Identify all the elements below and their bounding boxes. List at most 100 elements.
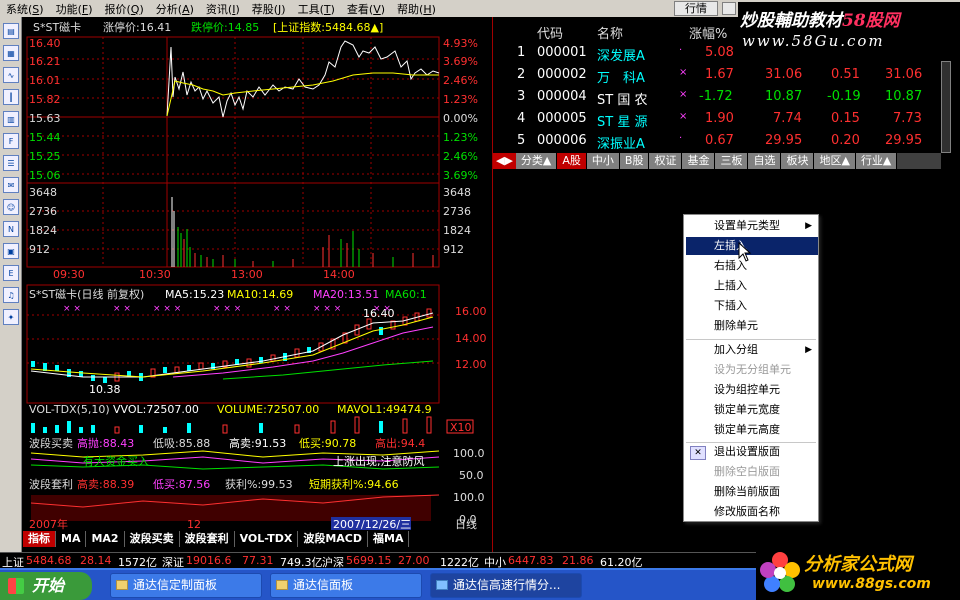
menu-quote[interactable]: 报价(Q) xyxy=(99,1,150,17)
chart-area[interactable]: S*ST磁卡 涨停价:16.41 跌停价:14.85 [上证指数:5484.68… xyxy=(23,17,491,547)
quote-button[interactable]: 行情 xyxy=(674,1,718,16)
folder-icon xyxy=(276,580,288,590)
table-row[interactable]: 2 000002 万 科A × 1.67 31.06 0.51 31.06 xyxy=(493,65,960,86)
menu-separator xyxy=(686,339,816,340)
time-tick: 10:30 xyxy=(139,268,171,281)
menu-recommend[interactable]: 荐股(J) xyxy=(246,1,292,17)
task-label: 通达信定制面板 xyxy=(133,578,218,592)
col-pct-header[interactable]: 涨幅% xyxy=(689,23,727,42)
tab-indicator[interactable]: 指标 xyxy=(23,531,56,547)
indicator-tabs: 指标 MA MA2 波段买卖 波段套利 VOL-TDX 波段MACD 福MA xyxy=(23,531,491,547)
calendar-icon[interactable]: ▣ xyxy=(3,243,19,259)
tab-wave-macd[interactable]: 波段MACD xyxy=(298,531,369,547)
vol-tick: 1824 xyxy=(29,224,57,237)
tab-b-share[interactable]: B股 xyxy=(619,153,650,169)
menu-system[interactable]: 系统(S) xyxy=(0,1,50,17)
sound-icon[interactable]: ♫ xyxy=(3,287,19,303)
kline-header: S*ST磁卡(日线 前复权) xyxy=(29,287,144,301)
vol-tick: 912 xyxy=(29,243,50,256)
report-icon[interactable]: ▥ xyxy=(3,111,19,127)
list-icon[interactable]: ☰ xyxy=(3,155,19,171)
mail-icon[interactable]: ✉ xyxy=(3,177,19,193)
stock-price: 29.95 xyxy=(765,133,803,148)
menu-info[interactable]: 资讯(I) xyxy=(200,1,246,17)
limit-up-label: 涨停价:16.41 xyxy=(103,20,171,34)
tab-regions[interactable]: 地区▲ xyxy=(814,153,856,169)
mark-icon: · xyxy=(679,45,683,56)
ma20-label: MA20:13.51 xyxy=(313,288,379,301)
menu-insert-below[interactable]: 下插入 xyxy=(714,297,747,315)
etf-icon[interactable]: E xyxy=(3,265,19,281)
tab-warrants[interactable]: 权证 xyxy=(649,153,683,169)
tab-scroll-arrows[interactable]: ◀▶ xyxy=(493,153,516,169)
tab-category[interactable]: 分类▲ xyxy=(515,153,558,169)
stock-code: 000005 xyxy=(537,111,587,126)
restore-window-button[interactable] xyxy=(722,2,736,15)
menu-delete-current-layout[interactable]: 删除当前版面 xyxy=(714,483,780,501)
col-name-header[interactable]: 名称 xyxy=(597,23,623,42)
tab-favorites[interactable]: 自选 xyxy=(748,153,782,169)
stock-code: 000006 xyxy=(537,133,587,148)
tab-sectors[interactable]: 板块 xyxy=(781,153,815,169)
menu-help[interactable]: 帮助(H) xyxy=(391,1,442,17)
menu-set-unit-type[interactable]: 设置单元类型 xyxy=(714,217,780,235)
tab-wave-arb[interactable]: 波段套利 xyxy=(180,531,235,547)
menu-insert-above[interactable]: 上插入 xyxy=(714,277,747,295)
kline-icon[interactable]: ┃ xyxy=(3,89,19,105)
row-index: 3 xyxy=(517,89,526,104)
stock-price: 7.74 xyxy=(773,111,802,126)
menu-set-group-control[interactable]: 设为组控单元 xyxy=(714,381,780,399)
tab-vol-tdx[interactable]: VOL-TDX xyxy=(235,531,299,547)
tab-funds[interactable]: 基金 xyxy=(682,153,716,169)
menu-add-group[interactable]: 加入分组 xyxy=(714,341,758,359)
users-icon[interactable]: ☺ xyxy=(3,199,19,215)
tab-a-share[interactable]: A股 xyxy=(557,153,587,169)
settings-icon[interactable]: ✦ xyxy=(3,309,19,325)
stock-name: 深发展A xyxy=(597,49,645,64)
menu-exit-layout[interactable]: 退出设置版面 xyxy=(714,443,780,461)
svg-text:× × ×: × × × xyxy=(313,304,341,314)
menu-analysis[interactable]: 分析(A) xyxy=(150,1,200,17)
tab-ma[interactable]: MA xyxy=(56,531,87,547)
wave1-note-buy: 有大资金买入 xyxy=(83,454,149,468)
menu-function[interactable]: 功能(F) xyxy=(50,1,99,17)
grid-icon[interactable]: ▦ xyxy=(3,45,19,61)
tab-sme[interactable]: 中小 xyxy=(586,153,620,169)
left-toolbar: ▤ ▦ ∿ ┃ ▥ F ☰ ✉ ☺ N ▣ E ♫ ✦ xyxy=(0,17,22,552)
col-code-header[interactable]: 代码 xyxy=(537,23,563,42)
svg-text:× × ×: × × × xyxy=(213,304,241,314)
tab-ma2[interactable]: MA2 xyxy=(86,531,125,547)
line-chart-icon[interactable]: ∿ xyxy=(3,67,19,83)
stock-name: 深振业A xyxy=(597,137,645,152)
table-row[interactable]: 3 000004 ST 国 农 × -1.72 10.87 -0.19 10.8… xyxy=(493,87,960,108)
row-index: 4 xyxy=(517,111,526,126)
mouse-cursor-icon xyxy=(738,242,752,262)
menu-delete-unit[interactable]: 删除单元 xyxy=(714,317,758,335)
stock-price: 31.06 xyxy=(765,67,803,82)
wave1-v1: 高抛:88.43 xyxy=(77,436,134,450)
tab-third-board[interactable]: 三板 xyxy=(715,153,749,169)
watermark-site-name: 分析家公式网 xyxy=(804,554,912,575)
menu-lock-width[interactable]: 锁定单元宽度 xyxy=(714,401,780,419)
menu-rename-layout[interactable]: 修改版面名称 xyxy=(714,503,780,521)
stock-change: 0.51 xyxy=(831,67,860,82)
mark-icon: · xyxy=(679,133,683,144)
tab-fu-ma[interactable]: 福MA xyxy=(368,531,410,547)
menu-lock-height[interactable]: 锁定单元高度 xyxy=(714,421,780,439)
menu-tools[interactable]: 工具(T) xyxy=(292,1,341,17)
menu-view[interactable]: 查看(V) xyxy=(341,1,391,17)
start-button[interactable]: 开始 xyxy=(0,572,92,600)
ma10-label: MA10:14.69 xyxy=(227,288,293,301)
quote-list-icon[interactable]: ▤ xyxy=(3,23,19,39)
table-row[interactable]: 4 000005 ST 星 源 × 1.90 7.74 0.15 7.73 xyxy=(493,109,960,130)
task-custom-panel[interactable]: 通达信定制面板 xyxy=(110,573,262,598)
task-quote-app[interactable]: 通达信高速行情分... xyxy=(430,573,582,598)
f10-icon[interactable]: F xyxy=(3,133,19,149)
tab-industry[interactable]: 行业▲ xyxy=(855,153,898,169)
table-scrollbar[interactable] xyxy=(941,61,951,153)
task-panel[interactable]: 通达信面板 xyxy=(270,573,422,598)
news-icon[interactable]: N xyxy=(3,221,19,237)
menu-delete-blank-layout: 删除空白版面 xyxy=(714,465,780,478)
table-row[interactable]: 5 000006 深振业A · 0.67 29.95 0.20 29.95 xyxy=(493,131,960,152)
tab-wave-trade[interactable]: 波段买卖 xyxy=(125,531,180,547)
